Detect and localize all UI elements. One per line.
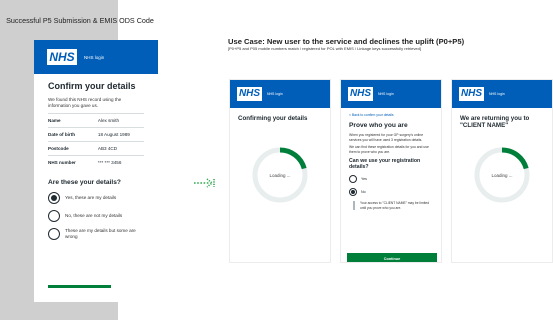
radio-option-yes[interactable]: Yes xyxy=(349,175,433,184)
prove-who-you-are-screen: NHS NHS login < Back to confirm your det… xyxy=(340,79,442,263)
page-title: Prove who you are xyxy=(349,122,408,129)
confirming-details-screen: NHS NHS login Confirming your details Lo… xyxy=(229,79,331,263)
radio-label: Yes, these are my details xyxy=(65,194,117,200)
back-link[interactable]: < Back to confirm your details xyxy=(349,113,433,117)
details-question: Are these your details? xyxy=(48,178,121,186)
nhs-login-label: NHS login xyxy=(378,92,394,96)
radio-label: No xyxy=(361,190,366,195)
detail-key: Date of birth xyxy=(48,127,98,142)
nhs-login-label: NHS login xyxy=(84,54,105,60)
page-title: We are returning you to "CLIENT NAME" xyxy=(460,115,530,129)
detail-key: Postcode xyxy=(48,141,98,156)
radio-option-wrong[interactable]: These are my details but some are wrong xyxy=(48,227,144,240)
continue-button-edge[interactable] xyxy=(48,285,111,288)
details-table: Name Alex smith Date of birth 18 August … xyxy=(48,113,144,170)
nhs-header: NHS NHS login xyxy=(34,40,158,74)
nhs-logo[interactable]: NHS xyxy=(47,49,77,65)
table-row: NHS number *** *** 3456 xyxy=(48,155,144,170)
nhs-header: NHS NHS login xyxy=(452,80,552,108)
stage: Successful P5 Submission & EMIS ODS Code… xyxy=(0,0,553,320)
radio-label: Yes xyxy=(361,177,367,182)
access-warning-note: Your access to "CLIENT NAME" may be limi… xyxy=(353,201,433,210)
detail-value: *** *** 3456 xyxy=(97,155,144,170)
radio-option-yes[interactable]: Yes, these are my details xyxy=(48,191,144,204)
returning-to-client-screen: NHS NHS login We are returning you to "C… xyxy=(451,79,553,263)
radio-button[interactable] xyxy=(48,191,60,204)
continue-button[interactable]: Continue xyxy=(347,253,437,262)
page-title: Confirm your details xyxy=(48,81,136,91)
radio-button[interactable] xyxy=(349,188,357,197)
left-panel-title: Successful P5 Submission & EMIS ODS Code xyxy=(6,16,154,25)
detail-value: AB3 4CD xyxy=(97,141,144,156)
nhs-logo[interactable]: NHS xyxy=(348,87,373,101)
nhs-login-label: NHS login xyxy=(267,92,283,96)
nhs-logo[interactable]: NHS xyxy=(459,87,484,101)
nhs-header: NHS NHS login xyxy=(341,80,441,108)
nhs-header: NHS NHS login xyxy=(230,80,330,108)
nhs-logo[interactable]: NHS xyxy=(237,87,262,101)
radio-button[interactable] xyxy=(349,175,357,184)
detail-value: 18 August 1989 xyxy=(97,127,144,142)
loading-text: Loading ... xyxy=(269,173,291,178)
prove-body: < Back to confirm your details Prove who… xyxy=(341,108,441,210)
intro-text: We found this NHS record using the infor… xyxy=(48,97,122,108)
confirm-details-screen: NHS NHS login Confirm your details We fo… xyxy=(34,40,158,302)
body-text: When you registered for your GP surgery'… xyxy=(349,133,424,142)
registration-question: Can we use your registration details? xyxy=(349,158,421,171)
use-case-title: Use Case: New user to the service and de… xyxy=(228,37,465,46)
use-case-subtitle: [P0+P5 and P05 mobile numbers match / re… xyxy=(228,46,421,51)
body-text: We can find these registration details f… xyxy=(349,145,429,154)
detail-key: Name xyxy=(48,113,98,128)
radio-label: These are my details but some are wrong xyxy=(65,228,136,239)
detail-key: NHS number xyxy=(48,155,98,170)
radio-label: No, these are not my details xyxy=(65,212,123,218)
nhs-login-label: NHS login xyxy=(489,92,505,96)
page-title: Confirming your details xyxy=(238,115,308,122)
table-row: Date of birth 18 August 1989 xyxy=(48,127,144,142)
radio-button[interactable] xyxy=(48,209,60,222)
radio-option-no[interactable]: No, these are not my details xyxy=(48,209,144,222)
detail-value: Alex smith xyxy=(97,113,144,128)
loading-text: Loading ... xyxy=(491,173,513,178)
dotted-right-arrow-icon xyxy=(194,178,215,188)
table-row: Postcode AB3 4CD xyxy=(48,141,144,156)
confirm-details-body: Confirm your details We found this NHS r… xyxy=(34,74,158,240)
radio-button[interactable] xyxy=(48,227,60,240)
radio-option-no[interactable]: No xyxy=(349,188,433,197)
table-row: Name Alex smith xyxy=(48,113,144,128)
